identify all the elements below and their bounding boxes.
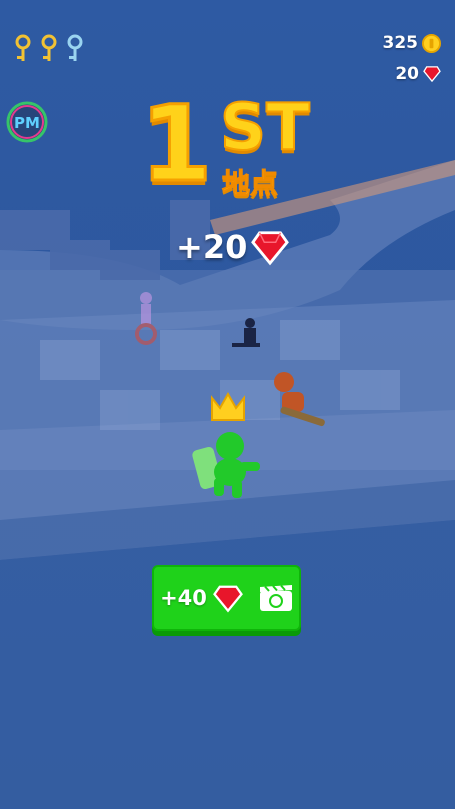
place-subtitle: 地点: [221, 167, 279, 200]
key-icon: [41, 34, 57, 61]
gem-icon: [251, 231, 290, 266]
place-suffix: ST: [219, 91, 311, 165]
place-number: 1: [138, 83, 213, 205]
badge-label: PM: [14, 114, 40, 132]
watch-ad-bonus-button[interactable]: +40: [152, 565, 301, 631]
reward-display: +20: [176, 228, 290, 266]
reward-text: +20: [176, 228, 248, 266]
key-icon: [67, 34, 83, 61]
gem-counter: 20: [395, 64, 441, 84]
coin-icon: [422, 33, 441, 53]
gem-icon: [212, 585, 243, 613]
gem-count: 20: [395, 64, 419, 84]
coin-counter: 325: [382, 33, 441, 53]
video-ad-icon: [259, 584, 292, 611]
keys-display: [12, 34, 86, 64]
coin-count: 325: [382, 33, 419, 53]
placement-title: 1 ST 地点: [138, 83, 340, 212]
gem-icon: [423, 66, 441, 82]
bonus-text: +40: [160, 586, 207, 610]
pm-badge-icon[interactable]: PM: [5, 100, 49, 144]
key-icon: [15, 34, 31, 61]
